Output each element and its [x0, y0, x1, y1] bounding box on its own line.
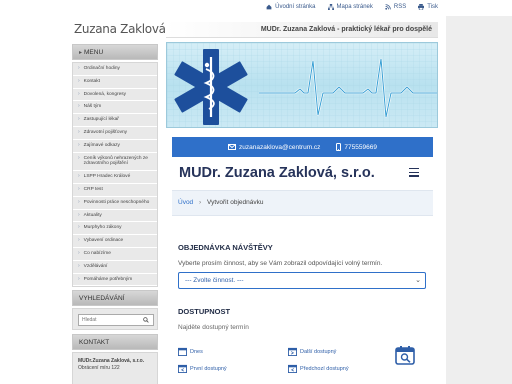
slot-label: Dnes — [190, 348, 203, 355]
sidebar-item-label: LSPP Hradec Králové — [83, 174, 131, 180]
top-link-label: Mapa stránek — [336, 4, 373, 10]
contact-title: Kontakt — [79, 339, 110, 346]
slot-previous-link[interactable]: Předchozí dostupný — [288, 364, 349, 373]
rss-icon — [385, 4, 391, 10]
top-links: Úvodní stránka Mapa stránek RSS Tisk — [266, 4, 438, 10]
sidebar-item-label: Zajímavé odkazy — [83, 142, 120, 148]
contact-bar: zuzanazaklova@centrum.cz 775559669 — [172, 137, 433, 157]
left-column: Zuzana Zaklová ▸ Menu › Ordinační hodiny ›… — [72, 0, 166, 384]
sidebar-item-label: Vybavení ordinace — [83, 238, 124, 244]
sidebar-menu: › Ordinační hodiny › Kontakt › Dovolená, ko… — [72, 62, 158, 288]
slot-label: Předchozí dostupný — [300, 365, 349, 372]
availability-description: Najděte dostupný termín — [178, 324, 249, 331]
print-icon — [418, 4, 425, 10]
sidebar-item[interactable]: › Zastupující lékař — [73, 114, 157, 127]
calendar-icon — [178, 347, 187, 356]
breadcrumb: Úvod › Vytvořit objednávku — [172, 190, 433, 216]
breadcrumb-separator: › — [199, 199, 202, 206]
sidebar-item[interactable]: › Murphyho zákony — [73, 222, 157, 236]
envelope-icon — [228, 144, 237, 150]
site-tagline: MUDr. Zuzana Zaklová - praktický lékař p… — [260, 26, 432, 33]
calendar-first-icon — [178, 364, 187, 373]
sidebar-item-label: Zastupující lékař — [83, 117, 119, 123]
sidebar-item-label: Ceník výkonů nehrazených ze zdravotního … — [83, 155, 148, 167]
order-description: Vyberte prosím činnost, aby se Vám zobra… — [178, 260, 383, 267]
menu-title: Menu — [84, 49, 104, 56]
sidebar-item[interactable]: › Co nabízíme — [73, 248, 157, 261]
banner — [166, 42, 438, 128]
slot-next-link[interactable]: Další dostupný — [288, 347, 336, 356]
sidebar-item-label: Povinnosti práce neschopného — [83, 199, 150, 205]
slot-label: První dostupný — [190, 365, 227, 372]
title-bar: MUDr. Zuzana Zaklová, s.r.o. — [172, 158, 433, 188]
activity-select[interactable]: --- Zvolte činnost. --- ⌄ — [178, 272, 426, 289]
top-link-print[interactable]: Tisk — [418, 4, 438, 10]
sidebar-item[interactable]: › Kontakt — [73, 76, 157, 89]
sidebar-item-label: Vzdělávání — [83, 263, 108, 269]
slot-first-link[interactable]: První dostupný — [178, 364, 227, 373]
calendar-next-icon — [288, 347, 297, 356]
contact-header: Kontakt — [72, 334, 158, 350]
search-header: Vyhledávání — [72, 290, 158, 306]
top-link-rss[interactable]: RSS — [385, 4, 406, 10]
sidebar-item-label: CRP test — [83, 186, 103, 192]
sidebar-item-label: Murphyho zákony — [83, 225, 122, 231]
slot-label: Další dostupný — [300, 348, 337, 355]
sidebar-item-label: Ordinační hodiny — [83, 66, 120, 71]
sidebar-item[interactable]: › Povinnosti práce neschopného — [73, 197, 157, 210]
availability-heading: Dostupnost — [178, 307, 231, 316]
calendar-search-icon[interactable] — [395, 345, 415, 365]
calendar-previous-icon — [288, 364, 297, 373]
site-name[interactable]: Zuzana Zaklová — [74, 22, 166, 36]
search-icon[interactable] — [143, 317, 149, 323]
sidebar-item[interactable]: › LSPP Hradec Králové — [73, 171, 157, 184]
top-link-label: Úvodní stránka — [275, 4, 316, 10]
order-heading: Objednávka návštěvy — [178, 243, 273, 252]
sidebar-item[interactable]: › Náš tým — [73, 101, 157, 115]
phone-text: 775559669 — [344, 143, 377, 151]
header-strip: MUDr. Zuzana Zaklová - praktický lékař p… — [166, 22, 438, 38]
contact-address: Obrácení míru 122 — [78, 364, 120, 371]
top-link-sitemap[interactable]: Mapa stránek — [327, 4, 373, 10]
sidebar-item[interactable]: › Zdravotní pojišťovny — [73, 127, 157, 140]
home-icon — [266, 4, 272, 10]
sidebar-item[interactable]: › Ceník výkonů nehrazených ze zdravotního… — [73, 153, 157, 172]
sitemap-icon — [327, 4, 334, 10]
banner-image — [167, 43, 437, 127]
phone-icon — [336, 143, 342, 151]
page-title: MUDr. Zuzana Zaklová, s.r.o. — [179, 165, 375, 181]
hamburger-menu-icon[interactable] — [409, 168, 419, 177]
sidebar-item[interactable]: › Dovolená, kongresy — [73, 89, 157, 102]
sidebar-item[interactable]: › CRP test — [73, 184, 157, 197]
right-margin — [446, 0, 512, 384]
top-link-label: Tisk — [427, 4, 438, 10]
breadcrumb-home-link[interactable]: Úvod — [178, 199, 193, 206]
sidebar-item[interactable]: › Pomáháme potřebným — [73, 274, 157, 287]
activity-select-value: --- Zvolte činnost. --- — [185, 277, 244, 284]
sidebar-item-label: Kontakt — [83, 78, 100, 84]
sidebar-item-label: Dovolená, kongresy — [83, 91, 127, 97]
email-text: zuzanazaklova@centrum.cz — [239, 143, 321, 151]
search-box — [72, 308, 158, 330]
breadcrumb-current: Vytvořit objednávku — [206, 199, 264, 206]
slot-today-link[interactable]: Dnes — [178, 347, 203, 356]
sidebar-item[interactable]: › Vybavení ordinace — [73, 235, 157, 248]
contact-box: MUDr.Zuzana Zaklová, s.r.o. Obrácení mír… — [72, 352, 158, 384]
sidebar-item-label: Zdravotní pojišťovny — [83, 129, 128, 135]
sidebar-item[interactable]: › Zajímavé odkazy — [73, 140, 157, 153]
top-link-home[interactable]: Úvodní stránka — [266, 4, 316, 10]
sidebar-item[interactable]: › Vzdělávání — [73, 261, 157, 274]
sidebar-item[interactable]: › Ordinační hodiny — [73, 63, 157, 76]
top-link-label: RSS — [393, 4, 407, 10]
sidebar-item-label: Co nabízíme — [83, 250, 111, 256]
search-title: Vyhledávání — [79, 295, 125, 302]
chevron-down-icon: ⌄ — [415, 277, 421, 284]
sidebar-item-label: Pomáháme potřebným — [83, 276, 133, 282]
sidebar-item-label: Náš tým — [83, 104, 102, 110]
email-link[interactable]: zuzanazaklova@centrum.cz — [228, 144, 320, 151]
sidebar-item[interactable]: › Aktuality — [73, 210, 157, 223]
sidebar-item-label: Aktuality — [83, 212, 102, 218]
menu-header: ▸ Menu — [72, 44, 158, 60]
phone-link[interactable]: 775559669 — [336, 143, 377, 151]
